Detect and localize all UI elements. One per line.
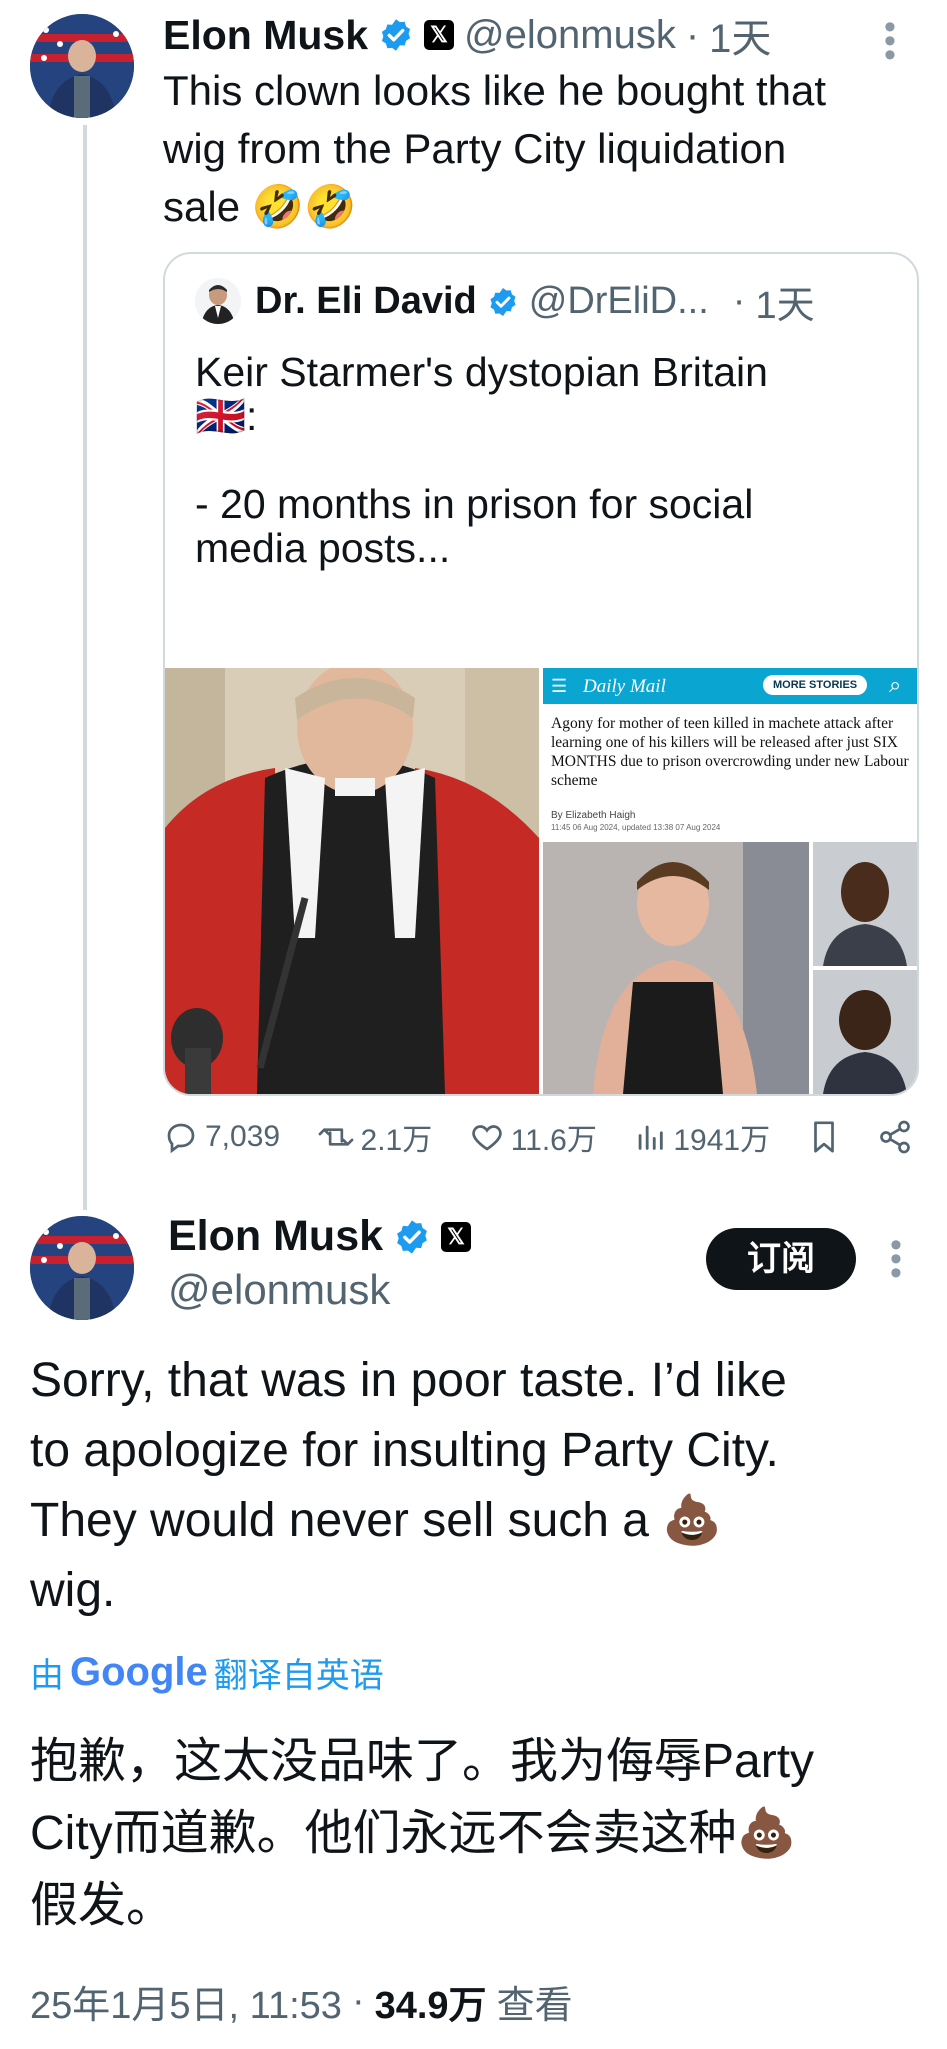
menu-icon: ☰ [551,676,568,696]
quote-text-line: - 20 months in prison for social [195,481,754,527]
google-logo-text: Google [70,1650,208,1694]
more-icon[interactable]: • • • [884,1228,908,1290]
tweet-timestamp[interactable]: 25年1月5日, 11:53 [30,1974,342,2029]
quote-author-handle[interactable]: @DrEliD... [529,280,709,323]
reply-button[interactable]: 7,039 [163,1119,280,1155]
views-icon [638,1125,664,1150]
reply-count: 7,039 [205,1120,281,1153]
translation-attribution[interactable]: 由 Google 翻译自英语 [30,1648,384,1697]
share-icon [880,1120,910,1154]
tweet-text-line: Sorry, that was in poor taste. I’d like [30,1354,787,1407]
quote-text-line: media posts... [195,525,451,571]
tweet-text-line: sale 🤣🤣 [163,183,357,230]
avatar-eli-david[interactable] [195,278,241,324]
news-brand: Daily Mail [583,676,666,697]
tweet-text-line: to apologize for insulting Party City. [30,1424,779,1477]
quote-time[interactable]: 1天 [755,274,814,329]
action-bar: 7,039 2.1万 11.6万 1941万 [163,1112,913,1162]
translation-line: 假发。 [30,1879,175,1932]
separator-dot: · [685,12,700,57]
tweet-time[interactable]: 1天 [709,6,771,64]
tweet2-meta: 25年1月5日, 11:53 · 34.9万 查看 [30,1974,573,2029]
translation-line: 抱歉，这太没品味了。我为侮辱Party [30,1735,815,1788]
quote-header: Dr. Eli David @DrEliD... · 1天 [255,274,815,329]
news-topbar: ☰ Daily Mail MORE STORIES ⌕ [543,668,917,704]
author-handle[interactable]: @elonmusk [168,1266,390,1314]
tweet-text-line: This clown looks like he bought that [163,67,827,114]
tweet2-translation: 抱歉，这太没品味了。我为侮辱Party City而道歉。他们永远不会卖这种💩 假… [30,1726,930,1942]
x-logo-icon: 𝕏 [441,1221,472,1252]
media-judge-photo[interactable] [165,668,539,1094]
tweet2-header: Elon Musk 𝕏 [168,1212,472,1261]
news-byline: By Elizabeth Haigh [551,810,636,821]
repost-button[interactable]: 2.1万 [317,1115,433,1159]
repost-icon [318,1128,353,1146]
translation-line: City而道歉。他们永远不会卖这种💩 [30,1807,797,1860]
avatar-elon-2[interactable] [30,1216,134,1320]
news-photo-suspect-1 [813,842,917,966]
like-button[interactable]: 11.6万 [469,1115,597,1159]
bookmark-icon [813,1121,834,1153]
like-icon [472,1125,502,1151]
bookmark-button[interactable] [807,1118,841,1156]
tweet-text-line: They would never sell such a 💩 [30,1494,723,1547]
quote-tweet-card[interactable]: Dr. Eli David @DrEliD... · 1天 Keir Starm… [163,252,919,1096]
author-name[interactable]: Elon Musk [168,1212,383,1261]
separator-dot: · [351,1980,365,2022]
subscribe-button[interactable]: 订阅 [706,1228,856,1290]
views-total: 34.9万 [374,1985,487,2027]
author-name[interactable]: Elon Musk [163,12,368,59]
more-stories-button: MORE STORIES [763,675,868,695]
share-button[interactable] [877,1119,913,1155]
verified-icon [381,19,411,51]
quote-text: Keir Starmer's dystopian Britain 🇬🇧: - 2… [195,350,895,570]
news-headline: Agony for mother of teen killed in mache… [551,715,909,789]
more-icon[interactable]: • • • [878,10,902,72]
translate-prefix: 由 [30,1657,64,1695]
reply-icon [167,1123,195,1154]
verified-icon [397,1219,427,1254]
tweet1-header: Elon Musk 𝕏 @elonmusk · 1天 [163,6,771,64]
translate-suffix: 翻译自英语 [213,1657,384,1695]
verified-icon [490,287,516,316]
quote-text-line: 🇬🇧: [195,393,258,439]
quote-text-line: Keir Starmer's dystopian Britain [195,349,768,395]
quote-author-name[interactable]: Dr. Eli David [255,280,477,323]
news-dateline: 11:45 06 Aug 2024, updated 13:38 07 Aug … [551,823,721,832]
news-photo-suspect-2 [813,970,917,1094]
author-handle[interactable]: @elonmusk [464,13,676,58]
tweet-text-line: wig from the Party City liquidation [163,125,787,172]
tweet2-text: Sorry, that was in poor taste. I’d like … [30,1346,930,1626]
views-label: 查看 [496,1985,573,2027]
avatar-elon-1[interactable] [30,14,134,118]
media-news-screenshot[interactable]: ☰ Daily Mail MORE STORIES ⌕ Agony for mo… [543,668,917,1094]
thread-line [83,125,87,1210]
repost-count: 2.1万 [360,1124,433,1157]
like-count: 11.6万 [510,1124,597,1157]
x-logo-icon: 𝕏 [424,20,455,50]
views-count: 1941万 [673,1124,771,1157]
tweet-text-line: wig. [30,1564,116,1617]
search-icon: ⌕ [889,672,902,697]
quote-text-line [195,438,895,482]
news-photo-teen [543,842,809,1094]
views-button[interactable]: 1941万 [633,1115,770,1159]
separator-dot: · [732,280,746,322]
tweet1-text: This clown looks like he bought that wig… [163,62,923,236]
